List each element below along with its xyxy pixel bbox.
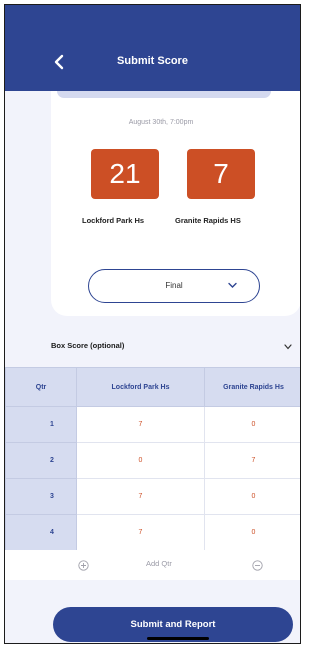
away-qtr-score[interactable]: 0 <box>204 478 300 515</box>
app-screen: Submit Score August 30th, 7:00pm 21 7 Lo… <box>4 4 301 644</box>
add-qtr-button[interactable]: Add Qtr <box>146 559 172 568</box>
table-row: 3 7 0 <box>5 478 300 515</box>
away-team-name: Granite Rapids HS <box>175 216 241 225</box>
table-row: 2 0 7 <box>5 442 300 479</box>
home-qtr-score[interactable]: 7 <box>76 478 205 515</box>
home-score-input[interactable]: 21 <box>91 149 159 199</box>
qtr-number: 4 <box>5 514 77 551</box>
game-date: August 30th, 7:00pm <box>128 119 194 126</box>
card-strip <box>57 91 271 98</box>
qtr-number: 2 <box>5 442 77 479</box>
column-header-away: Granite Rapids Hs <box>204 367 300 407</box>
box-score-table: Qtr Lockford Park Hs Granite Rapids Hs 1… <box>5 367 300 551</box>
box-score-toggle-label[interactable]: Box Score (optional) <box>51 341 124 350</box>
away-qtr-score[interactable]: 0 <box>204 406 300 443</box>
chevron-down-icon <box>228 282 237 288</box>
home-qtr-score[interactable]: 7 <box>76 514 205 551</box>
add-circle-icon[interactable] <box>78 560 89 571</box>
table-header-row: Qtr Lockford Park Hs Granite Rapids Hs <box>5 367 300 407</box>
header-bar: Submit Score <box>5 5 300 91</box>
qtr-number: 3 <box>5 478 77 515</box>
away-score-input[interactable]: 7 <box>187 149 255 199</box>
game-status-select[interactable]: Final <box>88 269 260 303</box>
quarter-controls: Add Qtr <box>5 550 300 580</box>
home-qtr-score[interactable]: 7 <box>76 406 205 443</box>
chevron-down-icon[interactable] <box>284 344 292 350</box>
away-qtr-score[interactable]: 0 <box>204 514 300 551</box>
home-indicator <box>147 637 209 640</box>
qtr-number: 1 <box>5 406 77 443</box>
remove-circle-icon[interactable] <box>252 560 263 571</box>
table-row: 1 7 0 <box>5 406 300 443</box>
column-header-qtr: Qtr <box>5 367 77 407</box>
score-card: August 30th, 7:00pm 21 7 Lockford Park H… <box>51 91 300 316</box>
page-title: Submit Score <box>117 55 188 67</box>
home-qtr-score[interactable]: 0 <box>76 442 205 479</box>
home-team-name: Lockford Park Hs <box>82 216 145 225</box>
table-row: 4 7 0 <box>5 514 300 551</box>
away-qtr-score[interactable]: 7 <box>204 442 300 479</box>
column-header-home: Lockford Park Hs <box>76 367 205 407</box>
